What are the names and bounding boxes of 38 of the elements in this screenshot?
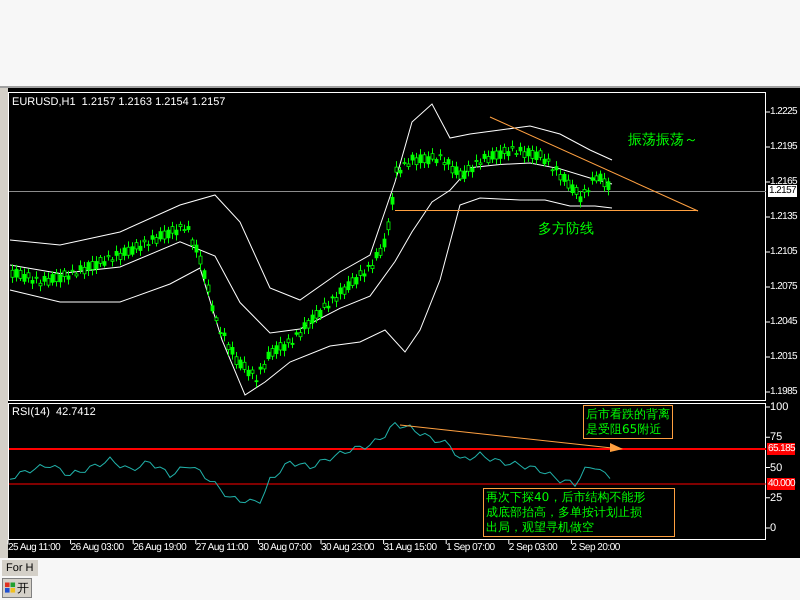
note-text: 再次下探40，后市结构不能形 <box>486 490 646 505</box>
rsi-scale-label: 100 <box>770 401 788 413</box>
time-label: 2 Sep 03:00 <box>508 542 558 554</box>
price-label: 1.2225 <box>770 106 797 118</box>
price-label: 1.1985 <box>770 386 797 398</box>
price-label: 1.2045 <box>770 316 797 328</box>
indicator-label: RSI(14) 42.7412 <box>12 406 96 418</box>
price-label: 1.2135 <box>770 211 797 223</box>
price-label: 1.2195 <box>770 141 797 153</box>
time-label: 1 Sep 07:00 <box>446 542 495 554</box>
rsi-scale-label: 0 <box>770 522 776 534</box>
current-price-label: 1.2157 <box>768 185 797 197</box>
time-label: 25 Aug 11:00 <box>8 542 60 554</box>
symbol-label: EURUSD,H1 1.2157 1.2163 1.2154 1.2157 <box>12 96 226 108</box>
note-text: 成底部抬高，多单按计划止损 <box>486 505 642 520</box>
window-tab[interactable]: For H <box>2 560 38 576</box>
price-label: 1.2105 <box>770 246 797 258</box>
price-label: 1.2165 <box>770 176 797 187</box>
rsi-scale-label: 75 <box>770 431 782 444</box>
chart-annotation: 多方防线 <box>538 221 594 237</box>
time-label: 30 Aug 23:00 <box>321 542 374 554</box>
level-label: 65.185 <box>767 443 795 455</box>
note-text: 后市看跌的背离 <box>586 407 670 422</box>
time-label: 26 Aug 03:00 <box>70 542 124 554</box>
chart-annotation: 振荡振荡～ <box>628 132 698 148</box>
rsi-scale-label: 25 <box>770 492 782 504</box>
time-label: 2 Sep 20:00 <box>571 542 620 554</box>
note-text: 是受阻65附近 <box>586 422 662 437</box>
time-label: 30 Aug 07:00 <box>258 542 312 554</box>
rsi-scale-label: 50 <box>770 462 782 474</box>
price-label: 1.2015 <box>770 351 797 363</box>
time-label: 31 Aug 15:00 <box>384 542 437 554</box>
start-button[interactable]: 开 <box>2 578 32 598</box>
price-label: 1.2075 <box>770 281 797 293</box>
time-label: 26 Aug 19:00 <box>133 542 186 554</box>
note-text: 出局，观望寻机做空 <box>486 520 594 535</box>
time-label: 27 Aug 11:00 <box>196 542 248 554</box>
level-label: 40.000 <box>767 478 795 490</box>
